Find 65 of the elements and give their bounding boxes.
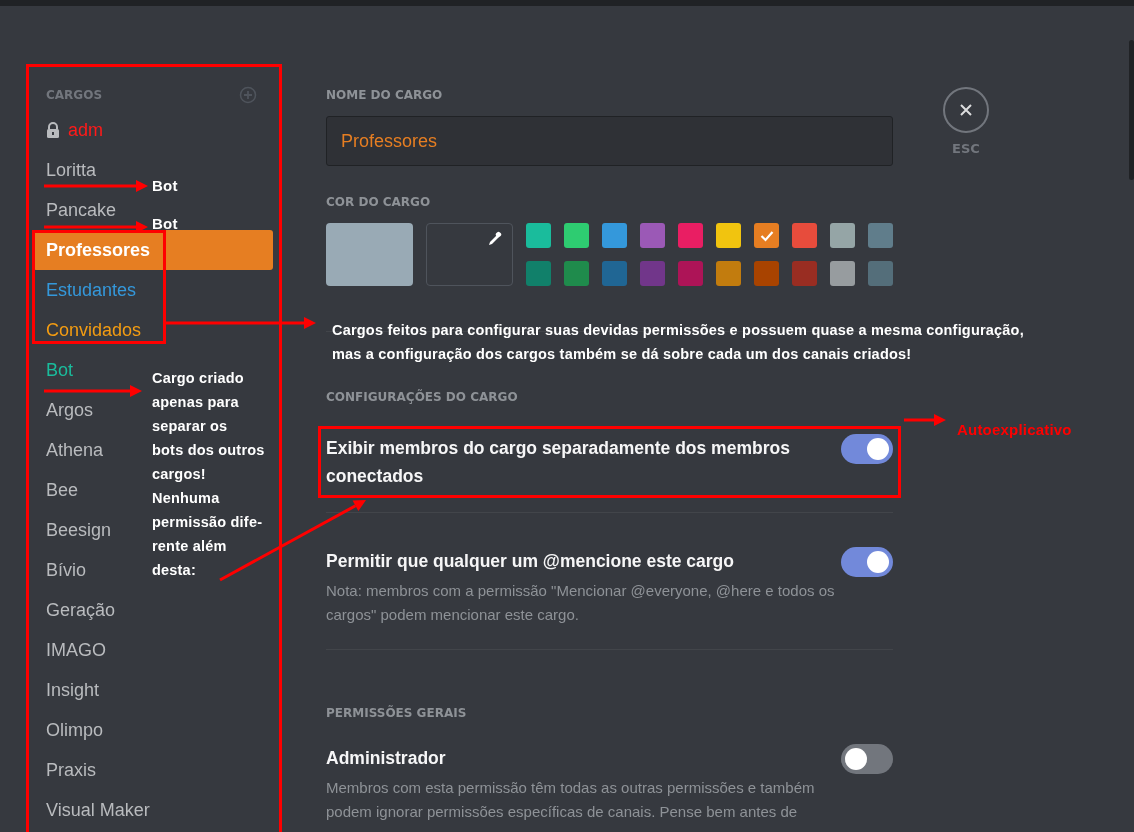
field-label: NOME DO CARGO: [326, 88, 444, 102]
color-swatch[interactable]: [716, 261, 741, 286]
role-item[interactable]: Beesign: [33, 519, 118, 541]
color-swatch[interactable]: [792, 223, 817, 248]
setting-label: Permitir que qualquer um @mencione este cargo: [326, 550, 735, 573]
role-item[interactable]: Olimpo: [33, 719, 109, 741]
color-swatch[interactable]: [602, 223, 627, 248]
role-item[interactable]: Praxis: [33, 759, 102, 781]
lock-icon: [46, 122, 60, 138]
color-swatch[interactable]: [526, 261, 551, 286]
check-icon: [759, 229, 774, 242]
annotation-text: Cargo criado apenas para separar os bots dos outros cargos! Nenhuma permissão dife- rente além desta:: [152, 369, 265, 580]
annotation-arrow: [904, 414, 946, 426]
color-swatch[interactable]: [830, 223, 855, 248]
eyedropper-icon: [487, 231, 503, 247]
role-item[interactable]: Visual Maker: [33, 799, 156, 821]
field-label: COR DO CARGO: [326, 195, 432, 209]
color-swatch[interactable]: [868, 223, 893, 248]
color-swatch[interactable]: [640, 223, 665, 248]
esc-label: ESC: [952, 141, 980, 156]
role-item[interactable]: IMAGO: [33, 639, 112, 661]
setting-label: Exibir membros do cargo separadamente dos membros conectados: [326, 437, 791, 488]
color-swatch[interactable]: [678, 261, 703, 286]
color-swatch[interactable]: [602, 261, 627, 286]
color-swatch[interactable]: [564, 261, 589, 286]
sidebar-title: CARGOS: [46, 88, 103, 102]
section-title: PERMISSÕES GERAIS: [326, 706, 468, 720]
annotation-text: Autoexplicativo: [957, 420, 1072, 440]
color-swatch[interactable]: [868, 261, 893, 286]
role-item[interactable]: Estudantes: [33, 279, 143, 301]
role-item[interactable]: Athena: [33, 439, 110, 461]
role-name-field[interactable]: Professores: [326, 116, 893, 166]
scrollbar[interactable]: [1129, 40, 1134, 180]
toggle-switch[interactable]: [841, 547, 893, 577]
role-item[interactable]: Bot: [33, 359, 80, 381]
setting-description: Nota: membros com a permissão "Mencionar @everyone, @here e todos os cargos" podem mencionar este cargo.: [326, 581, 836, 625]
default-color-swatch[interactable]: [326, 223, 413, 286]
color-swatch[interactable]: [792, 261, 817, 286]
role-item[interactable]: Insight: [33, 679, 106, 701]
role-item[interactable]: Geração: [33, 599, 122, 621]
color-swatch[interactable]: [640, 261, 665, 286]
annotation-text: Cargos feitos para configurar suas devidas permissões e possuem quase a mesma configuração, mas a configuração dos cargos também se dá sobre cada um dos canais criados!: [332, 321, 1024, 364]
color-swatch[interactable]: [564, 223, 589, 248]
setting-label: Administrador: [326, 747, 447, 770]
color-swatch[interactable]: [830, 261, 855, 286]
role-item[interactable]: Convidados: [33, 319, 148, 341]
toggle-switch[interactable]: [841, 744, 893, 774]
role-item[interactable]: Bívio: [33, 559, 93, 581]
close-button[interactable]: [943, 87, 989, 133]
color-swatch[interactable]: [678, 223, 703, 248]
close-icon: [959, 103, 973, 117]
add-icon[interactable]: [239, 86, 257, 104]
section-title: CONFIGURAÇÕES DO CARGO: [326, 390, 519, 404]
role-item[interactable]: Loritta: [33, 159, 103, 181]
role-item[interactable]: Bee: [33, 479, 85, 501]
setting-description: Membros com esta permissão têm todas as outras permissões e também podem ignorar permissões específicas de canais. Pense bem antes de: [326, 778, 816, 822]
role-item[interactable]: Pancake: [33, 199, 123, 221]
toggle-switch[interactable]: [841, 434, 893, 464]
color-swatch[interactable]: [716, 223, 741, 248]
color-swatch[interactable]: [754, 223, 779, 248]
color-swatch[interactable]: [754, 261, 779, 286]
custom-color-picker[interactable]: [426, 223, 513, 286]
role-item[interactable]: Argos: [33, 399, 100, 421]
color-swatch[interactable]: [526, 223, 551, 248]
annotation-text: Bot: [152, 176, 178, 196]
